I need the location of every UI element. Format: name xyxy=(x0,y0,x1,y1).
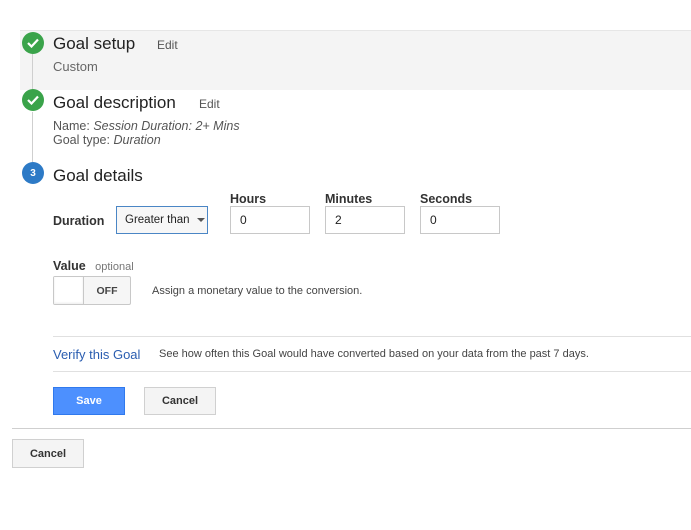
edit-goal-description-link[interactable]: Edit xyxy=(199,97,220,111)
step-connector-line xyxy=(32,112,33,162)
toggle-state-label: OFF xyxy=(96,284,118,297)
step-complete-icon xyxy=(22,32,44,54)
seconds-input[interactable]: 0 xyxy=(420,206,500,234)
goal-type-value: Duration xyxy=(113,133,161,147)
divider xyxy=(53,336,691,337)
minutes-input[interactable]: 2 xyxy=(325,206,405,234)
verify-help-text: See how often this Goal would have conve… xyxy=(159,348,589,360)
value-toggle[interactable]: OFF xyxy=(53,276,131,305)
divider xyxy=(53,371,691,372)
check-icon xyxy=(27,38,39,48)
goal-type-line: Goal type: Duration xyxy=(53,133,161,147)
value-label-row: Value optional xyxy=(53,257,134,275)
check-icon xyxy=(27,95,39,105)
goal-name-line: Name: Session Duration: 2+ Mins xyxy=(53,119,240,133)
goal-name-value: Session Duration: 2+ Mins xyxy=(93,119,240,133)
goal-name-label: Name: xyxy=(53,119,90,133)
hours-input[interactable]: 0 xyxy=(230,206,310,234)
step-connector-line xyxy=(32,52,33,90)
cancel-button[interactable]: Cancel xyxy=(144,387,216,415)
save-button[interactable]: Save xyxy=(53,387,125,415)
step-complete-icon xyxy=(22,89,44,111)
edit-goal-setup-link[interactable]: Edit xyxy=(157,38,178,52)
hours-label: Hours xyxy=(230,192,267,206)
step-number-badge: 3 xyxy=(22,162,44,184)
divider xyxy=(12,428,691,429)
value-optional-label: optional xyxy=(95,261,134,273)
seconds-label: Seconds xyxy=(420,192,473,206)
step-title-goal-description: Goal description xyxy=(53,93,176,112)
duration-condition-value: Greater than xyxy=(125,214,190,226)
goal-setup-summary: Custom xyxy=(53,59,98,74)
duration-condition-select[interactable]: Greater than xyxy=(116,206,208,234)
toggle-knob xyxy=(54,277,84,304)
step-title-goal-setup: Goal setup xyxy=(53,34,136,53)
value-label: Value xyxy=(53,259,86,273)
footer-cancel-button[interactable]: Cancel xyxy=(12,439,84,468)
caret-down-icon xyxy=(196,218,205,222)
minutes-label: Minutes xyxy=(325,192,373,206)
step-title-goal-details: Goal details xyxy=(53,166,143,185)
duration-label: Duration xyxy=(53,214,105,228)
goal-type-label: Goal type: xyxy=(53,133,110,147)
verify-goal-link[interactable]: Verify this Goal xyxy=(53,347,140,362)
value-help-text: Assign a monetary value to the conversio… xyxy=(152,285,363,297)
